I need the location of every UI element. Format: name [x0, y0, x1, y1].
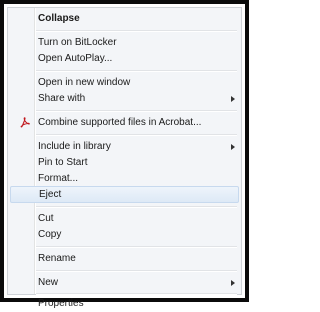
menu-item-label: Include in library [38, 141, 111, 152]
menu-item-label: Collapse [38, 13, 80, 24]
menu-item-label: Copy [38, 229, 62, 240]
menu-item-pin-to-start[interactable]: Pin to Start [10, 154, 239, 171]
menu-item-properties[interactable]: Properties [10, 295, 239, 312]
menu-separator [36, 110, 237, 112]
menu-separator [36, 134, 237, 136]
menu-item-label: Combine supported files in Acrobat... [38, 117, 202, 128]
menu-item-label: Pin to Start [38, 157, 88, 168]
menu-separator [36, 70, 237, 72]
context-menu-frame: Collapse Turn on BitLocker Open AutoPlay… [0, 0, 249, 309]
menu-separator [36, 206, 237, 208]
menu-item-label: Rename [38, 253, 76, 264]
menu-separator [36, 30, 237, 32]
menu-item-label: Share with [38, 93, 86, 104]
menu-item-turn-on-bitlocker[interactable]: Turn on BitLocker [10, 34, 239, 51]
menu-separator [36, 246, 237, 248]
menu-item-open-autoplay[interactable]: Open AutoPlay... [10, 50, 239, 67]
menu-item-share-with[interactable]: Share with [10, 90, 239, 107]
context-menu: Collapse Turn on BitLocker Open AutoPlay… [7, 7, 242, 309]
menu-item-copy[interactable]: Copy [10, 226, 239, 243]
menu-item-rename[interactable]: Rename [10, 250, 239, 267]
menu-item-label: Turn on BitLocker [38, 37, 117, 48]
menu-item-label: Cut [38, 213, 54, 224]
menu-item-label: Open AutoPlay... [38, 53, 113, 64]
menu-separator [36, 270, 237, 272]
acrobat-icon [20, 117, 30, 128]
submenu-arrow-icon [231, 144, 235, 150]
submenu-arrow-icon [231, 96, 235, 102]
menu-item-combine-in-acrobat[interactable]: Combine supported files in Acrobat... [10, 114, 239, 131]
menu-item-label: Properties [38, 298, 84, 309]
menu-item-collapse[interactable]: Collapse [10, 10, 239, 27]
menu-item-format[interactable]: Format... [10, 170, 239, 187]
menu-item-cut[interactable]: Cut [10, 210, 239, 227]
menu-item-include-in-library[interactable]: Include in library [10, 138, 239, 155]
menu-item-label: Format... [38, 173, 79, 184]
menu-item-label: New [38, 277, 59, 288]
submenu-arrow-icon [231, 280, 235, 286]
menu-item-label: Open in new window [38, 77, 131, 88]
menu-item-open-in-new-window[interactable]: Open in new window [10, 74, 239, 91]
menu-item-new[interactable]: New [10, 274, 239, 291]
menu-item-label: Eject [39, 189, 62, 200]
menu-item-eject[interactable]: Eject [10, 186, 239, 203]
